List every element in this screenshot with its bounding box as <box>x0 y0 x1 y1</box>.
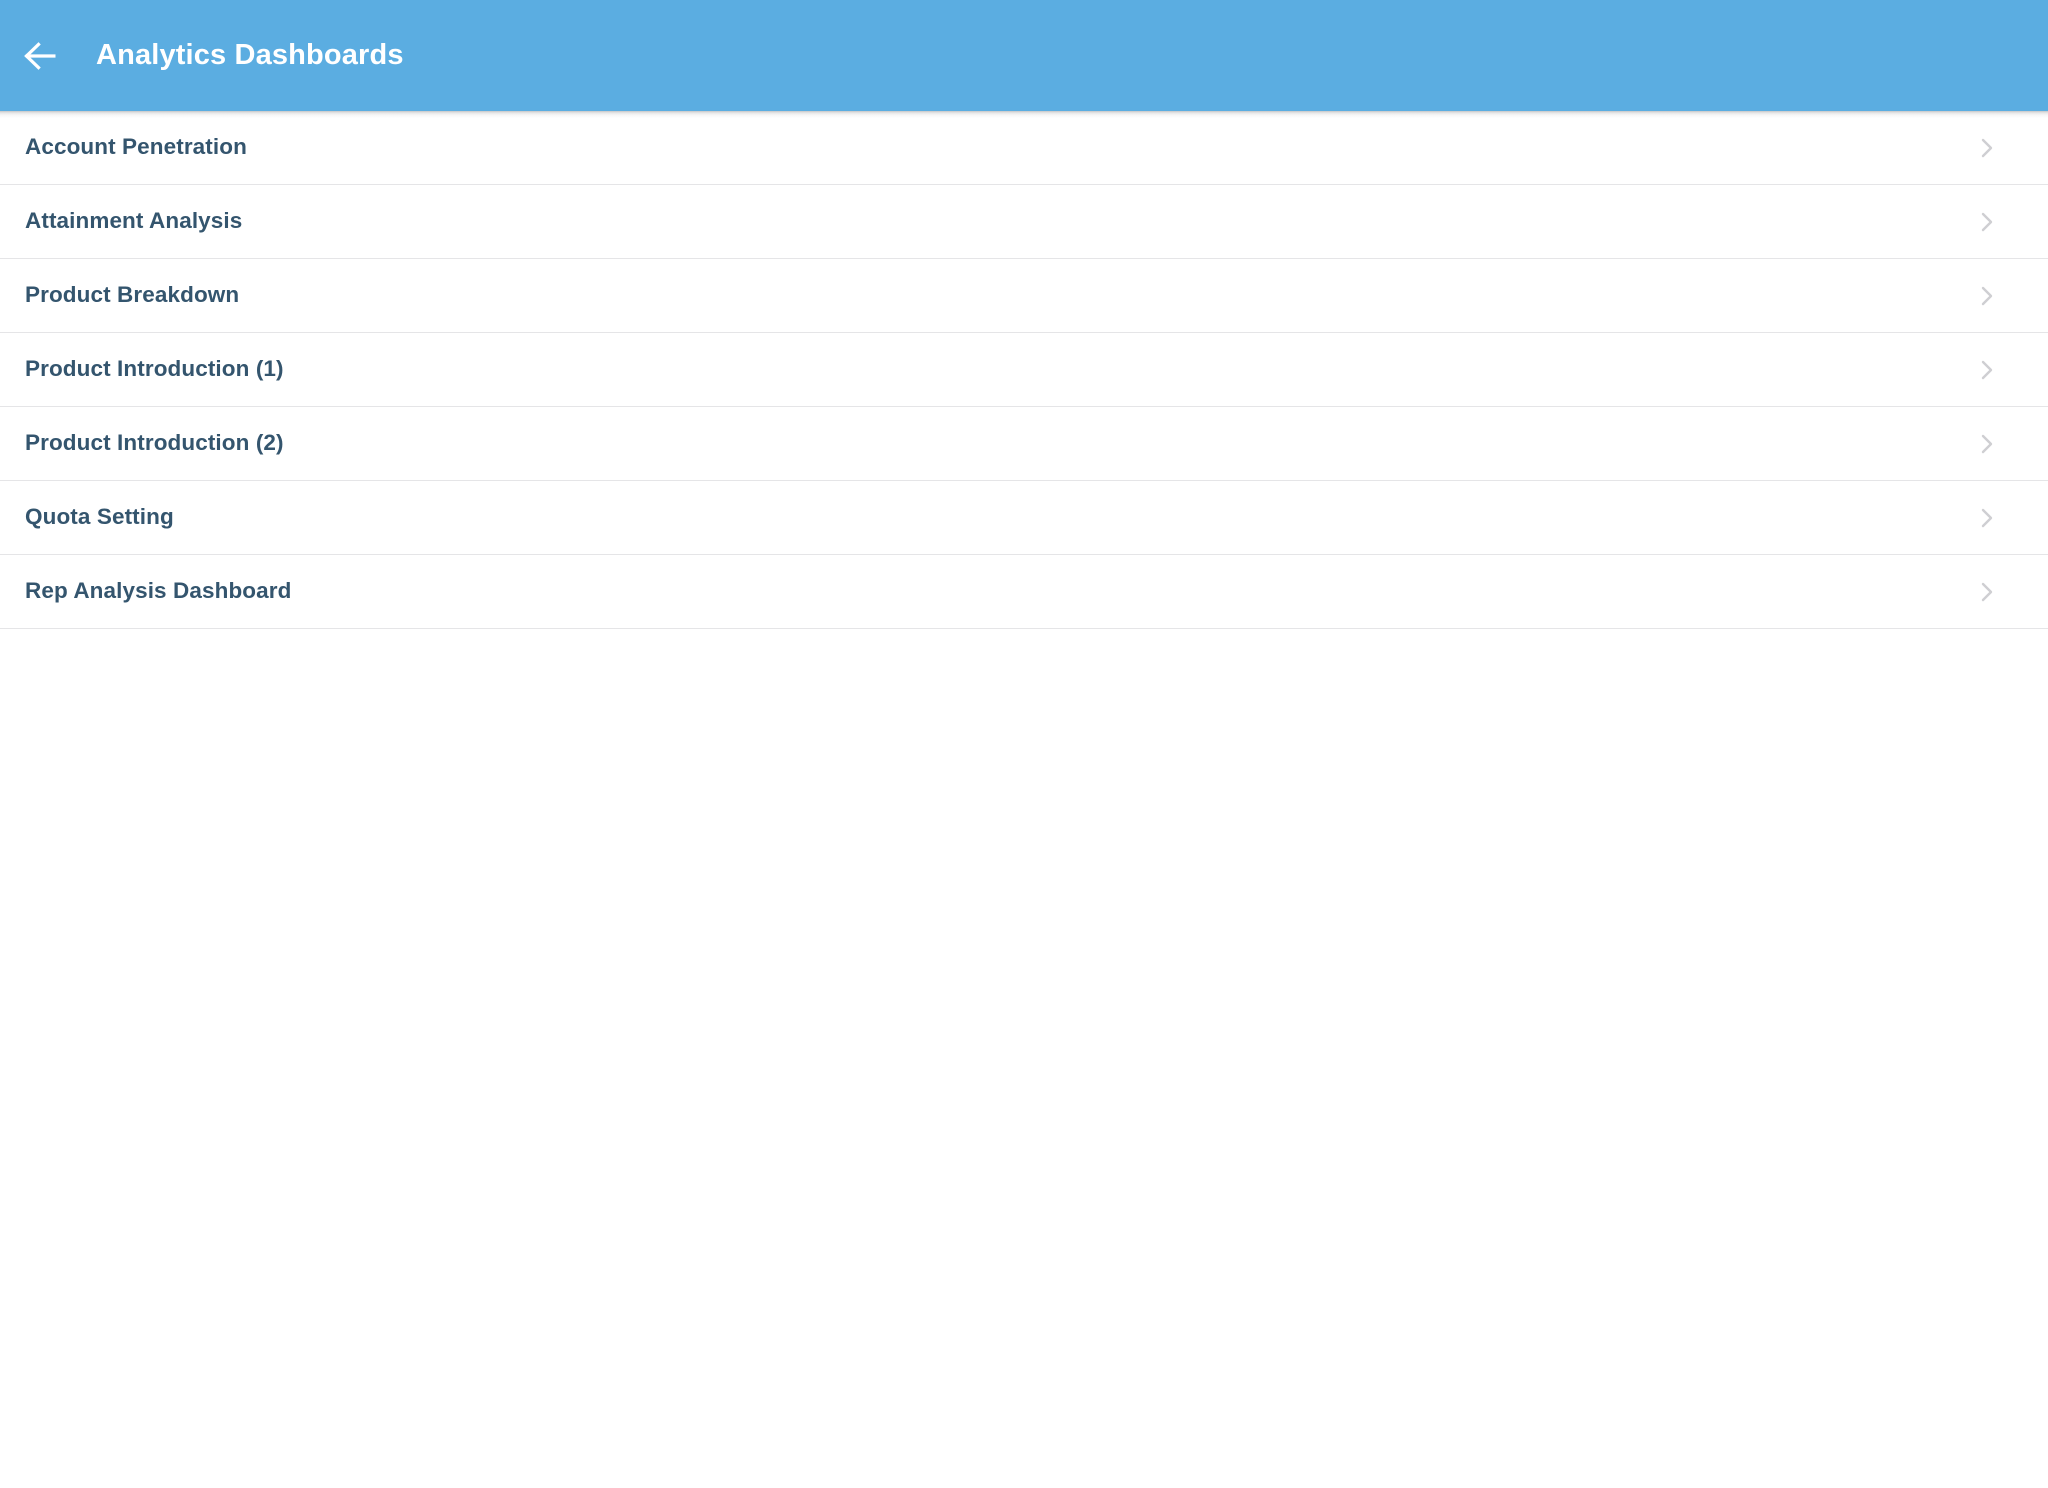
arrow-left-icon <box>24 40 60 72</box>
chevron-right-icon[interactable] <box>1974 431 2000 457</box>
chevron-right-icon[interactable] <box>1974 209 2000 235</box>
list-item-account-penetration[interactable]: Account Penetration <box>0 111 2048 185</box>
list-item-label: Attainment Analysis <box>25 210 243 233</box>
dashboard-list: Account Penetration Attainment Analysis … <box>0 111 2048 1059</box>
list-item-product-breakdown[interactable]: Product Breakdown <box>0 259 2048 333</box>
chevron-right-icon[interactable] <box>1974 357 2000 383</box>
list-item-label: Product Introduction (1) <box>25 358 284 381</box>
list-item-label: Product Introduction (2) <box>25 432 284 455</box>
app-header: Analytics Dashboards <box>0 0 2048 118</box>
back-button[interactable] <box>24 34 68 78</box>
chevron-right-icon[interactable] <box>1974 135 2000 161</box>
list-item-quota-setting[interactable]: Quota Setting <box>0 481 2048 555</box>
list-item-label: Product Breakdown <box>25 284 240 307</box>
chevron-right-icon[interactable] <box>1974 579 2000 605</box>
list-item-label: Rep Analysis Dashboard <box>25 580 292 603</box>
list-item-label: Account Penetration <box>25 136 247 159</box>
page-title: Analytics Dashboards <box>96 39 404 71</box>
list-item-rep-analysis-dashboard[interactable]: Rep Analysis Dashboard <box>0 555 2048 629</box>
analytics-dashboards-screen: Analytics Dashboards Account Penetration… <box>0 0 2048 1488</box>
chevron-right-icon[interactable] <box>1974 505 2000 531</box>
chevron-right-icon[interactable] <box>1974 283 2000 309</box>
list-item-label: Quota Setting <box>25 506 174 529</box>
list-item-product-introduction-1[interactable]: Product Introduction (1) <box>0 333 2048 407</box>
list-item-product-introduction-2[interactable]: Product Introduction (2) <box>0 407 2048 481</box>
empty-list-area <box>0 1058 2048 1488</box>
list-item-attainment-analysis[interactable]: Attainment Analysis <box>0 185 2048 259</box>
